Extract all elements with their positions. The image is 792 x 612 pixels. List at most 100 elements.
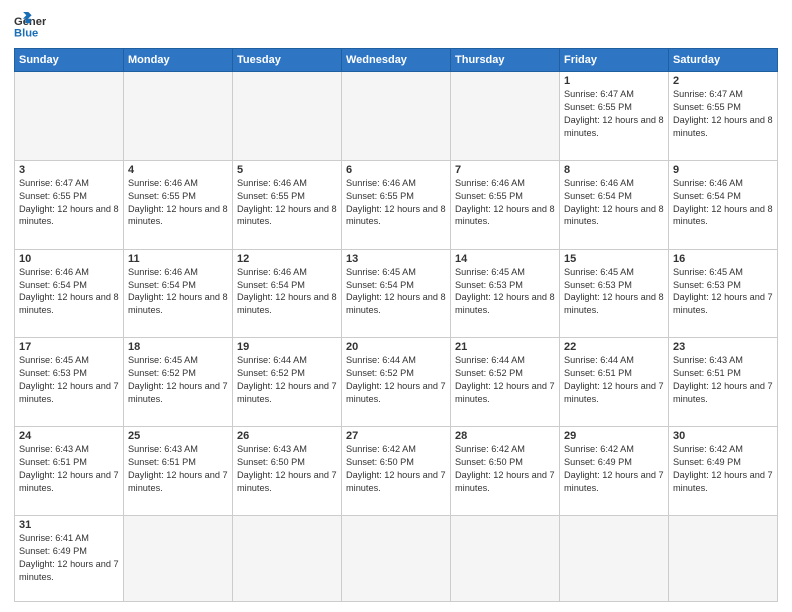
calendar-cell: 7Sunrise: 6:46 AM Sunset: 6:55 PM Daylig… xyxy=(451,160,560,249)
day-info: Sunrise: 6:44 AM Sunset: 6:52 PM Dayligh… xyxy=(455,354,555,406)
calendar-cell: 30Sunrise: 6:42 AM Sunset: 6:49 PM Dayli… xyxy=(669,427,778,516)
page: General Blue SundayMondayTuesdayWednesda… xyxy=(0,0,792,612)
weekday-header-tuesday: Tuesday xyxy=(233,49,342,72)
calendar-cell: 24Sunrise: 6:43 AM Sunset: 6:51 PM Dayli… xyxy=(15,427,124,516)
day-number: 31 xyxy=(19,519,119,531)
day-info: Sunrise: 6:46 AM Sunset: 6:55 PM Dayligh… xyxy=(237,177,337,229)
calendar-cell: 23Sunrise: 6:43 AM Sunset: 6:51 PM Dayli… xyxy=(669,338,778,427)
day-info: Sunrise: 6:43 AM Sunset: 6:50 PM Dayligh… xyxy=(237,443,337,495)
calendar-week-2: 3Sunrise: 6:47 AM Sunset: 6:55 PM Daylig… xyxy=(15,160,778,249)
day-info: Sunrise: 6:42 AM Sunset: 6:49 PM Dayligh… xyxy=(673,443,773,495)
calendar-cell: 5Sunrise: 6:46 AM Sunset: 6:55 PM Daylig… xyxy=(233,160,342,249)
day-info: Sunrise: 6:45 AM Sunset: 6:53 PM Dayligh… xyxy=(673,266,773,318)
calendar-cell: 28Sunrise: 6:42 AM Sunset: 6:50 PM Dayli… xyxy=(451,427,560,516)
calendar-cell: 13Sunrise: 6:45 AM Sunset: 6:54 PM Dayli… xyxy=(342,249,451,338)
calendar-body: 1Sunrise: 6:47 AM Sunset: 6:55 PM Daylig… xyxy=(15,72,778,602)
day-number: 18 xyxy=(128,341,228,353)
day-info: Sunrise: 6:46 AM Sunset: 6:54 PM Dayligh… xyxy=(128,266,228,318)
day-number: 12 xyxy=(237,253,337,265)
day-info: Sunrise: 6:43 AM Sunset: 6:51 PM Dayligh… xyxy=(19,443,119,495)
day-number: 15 xyxy=(564,253,664,265)
day-number: 19 xyxy=(237,341,337,353)
day-info: Sunrise: 6:45 AM Sunset: 6:53 PM Dayligh… xyxy=(19,354,119,406)
calendar-cell: 22Sunrise: 6:44 AM Sunset: 6:51 PM Dayli… xyxy=(560,338,669,427)
calendar-cell: 26Sunrise: 6:43 AM Sunset: 6:50 PM Dayli… xyxy=(233,427,342,516)
calendar-cell: 3Sunrise: 6:47 AM Sunset: 6:55 PM Daylig… xyxy=(15,160,124,249)
day-info: Sunrise: 6:44 AM Sunset: 6:51 PM Dayligh… xyxy=(564,354,664,406)
day-number: 29 xyxy=(564,430,664,442)
day-info: Sunrise: 6:45 AM Sunset: 6:52 PM Dayligh… xyxy=(128,354,228,406)
day-info: Sunrise: 6:47 AM Sunset: 6:55 PM Dayligh… xyxy=(19,177,119,229)
day-info: Sunrise: 6:41 AM Sunset: 6:49 PM Dayligh… xyxy=(19,532,119,584)
day-info: Sunrise: 6:46 AM Sunset: 6:55 PM Dayligh… xyxy=(128,177,228,229)
day-number: 6 xyxy=(346,164,446,176)
day-info: Sunrise: 6:47 AM Sunset: 6:55 PM Dayligh… xyxy=(564,88,664,140)
calendar-week-5: 24Sunrise: 6:43 AM Sunset: 6:51 PM Dayli… xyxy=(15,427,778,516)
day-info: Sunrise: 6:46 AM Sunset: 6:55 PM Dayligh… xyxy=(455,177,555,229)
day-info: Sunrise: 6:45 AM Sunset: 6:53 PM Dayligh… xyxy=(455,266,555,318)
calendar-cell: 4Sunrise: 6:46 AM Sunset: 6:55 PM Daylig… xyxy=(124,160,233,249)
calendar-cell: 31Sunrise: 6:41 AM Sunset: 6:49 PM Dayli… xyxy=(15,516,124,602)
calendar-cell: 10Sunrise: 6:46 AM Sunset: 6:54 PM Dayli… xyxy=(15,249,124,338)
logo-icon: General Blue xyxy=(14,12,46,40)
calendar-week-6: 31Sunrise: 6:41 AM Sunset: 6:49 PM Dayli… xyxy=(15,516,778,602)
day-number: 9 xyxy=(673,164,773,176)
calendar-cell: 9Sunrise: 6:46 AM Sunset: 6:54 PM Daylig… xyxy=(669,160,778,249)
calendar-cell xyxy=(342,72,451,161)
day-info: Sunrise: 6:42 AM Sunset: 6:50 PM Dayligh… xyxy=(455,443,555,495)
calendar-cell xyxy=(560,516,669,602)
calendar-cell: 2Sunrise: 6:47 AM Sunset: 6:55 PM Daylig… xyxy=(669,72,778,161)
calendar-cell xyxy=(669,516,778,602)
calendar-cell xyxy=(233,72,342,161)
weekday-header-saturday: Saturday xyxy=(669,49,778,72)
day-number: 21 xyxy=(455,341,555,353)
calendar-week-4: 17Sunrise: 6:45 AM Sunset: 6:53 PM Dayli… xyxy=(15,338,778,427)
calendar-cell: 8Sunrise: 6:46 AM Sunset: 6:54 PM Daylig… xyxy=(560,160,669,249)
day-number: 27 xyxy=(346,430,446,442)
calendar-cell: 19Sunrise: 6:44 AM Sunset: 6:52 PM Dayli… xyxy=(233,338,342,427)
weekday-header-wednesday: Wednesday xyxy=(342,49,451,72)
day-info: Sunrise: 6:43 AM Sunset: 6:51 PM Dayligh… xyxy=(128,443,228,495)
weekday-header-sunday: Sunday xyxy=(15,49,124,72)
calendar-cell: 27Sunrise: 6:42 AM Sunset: 6:50 PM Dayli… xyxy=(342,427,451,516)
day-number: 26 xyxy=(237,430,337,442)
day-number: 3 xyxy=(19,164,119,176)
day-info: Sunrise: 6:42 AM Sunset: 6:49 PM Dayligh… xyxy=(564,443,664,495)
calendar-cell: 11Sunrise: 6:46 AM Sunset: 6:54 PM Dayli… xyxy=(124,249,233,338)
day-number: 8 xyxy=(564,164,664,176)
calendar-cell xyxy=(233,516,342,602)
day-number: 14 xyxy=(455,253,555,265)
day-number: 5 xyxy=(237,164,337,176)
day-info: Sunrise: 6:45 AM Sunset: 6:53 PM Dayligh… xyxy=(564,266,664,318)
weekday-header-monday: Monday xyxy=(124,49,233,72)
calendar-cell xyxy=(124,516,233,602)
weekday-header-thursday: Thursday xyxy=(451,49,560,72)
weekday-row: SundayMondayTuesdayWednesdayThursdayFrid… xyxy=(15,49,778,72)
calendar-cell: 14Sunrise: 6:45 AM Sunset: 6:53 PM Dayli… xyxy=(451,249,560,338)
day-info: Sunrise: 6:46 AM Sunset: 6:54 PM Dayligh… xyxy=(673,177,773,229)
day-number: 11 xyxy=(128,253,228,265)
calendar-week-3: 10Sunrise: 6:46 AM Sunset: 6:54 PM Dayli… xyxy=(15,249,778,338)
calendar-table: SundayMondayTuesdayWednesdayThursdayFrid… xyxy=(14,48,778,602)
day-number: 1 xyxy=(564,75,664,87)
day-info: Sunrise: 6:46 AM Sunset: 6:54 PM Dayligh… xyxy=(237,266,337,318)
day-info: Sunrise: 6:44 AM Sunset: 6:52 PM Dayligh… xyxy=(237,354,337,406)
day-number: 25 xyxy=(128,430,228,442)
calendar-header: SundayMondayTuesdayWednesdayThursdayFrid… xyxy=(15,49,778,72)
day-info: Sunrise: 6:47 AM Sunset: 6:55 PM Dayligh… xyxy=(673,88,773,140)
day-number: 7 xyxy=(455,164,555,176)
calendar-cell: 6Sunrise: 6:46 AM Sunset: 6:55 PM Daylig… xyxy=(342,160,451,249)
day-number: 17 xyxy=(19,341,119,353)
day-number: 16 xyxy=(673,253,773,265)
logo: General Blue xyxy=(14,12,50,40)
calendar-cell: 17Sunrise: 6:45 AM Sunset: 6:53 PM Dayli… xyxy=(15,338,124,427)
calendar-cell xyxy=(124,72,233,161)
calendar-week-1: 1Sunrise: 6:47 AM Sunset: 6:55 PM Daylig… xyxy=(15,72,778,161)
day-number: 28 xyxy=(455,430,555,442)
calendar-cell xyxy=(15,72,124,161)
day-number: 20 xyxy=(346,341,446,353)
calendar-cell: 15Sunrise: 6:45 AM Sunset: 6:53 PM Dayli… xyxy=(560,249,669,338)
calendar-cell xyxy=(342,516,451,602)
calendar-cell: 21Sunrise: 6:44 AM Sunset: 6:52 PM Dayli… xyxy=(451,338,560,427)
day-number: 23 xyxy=(673,341,773,353)
